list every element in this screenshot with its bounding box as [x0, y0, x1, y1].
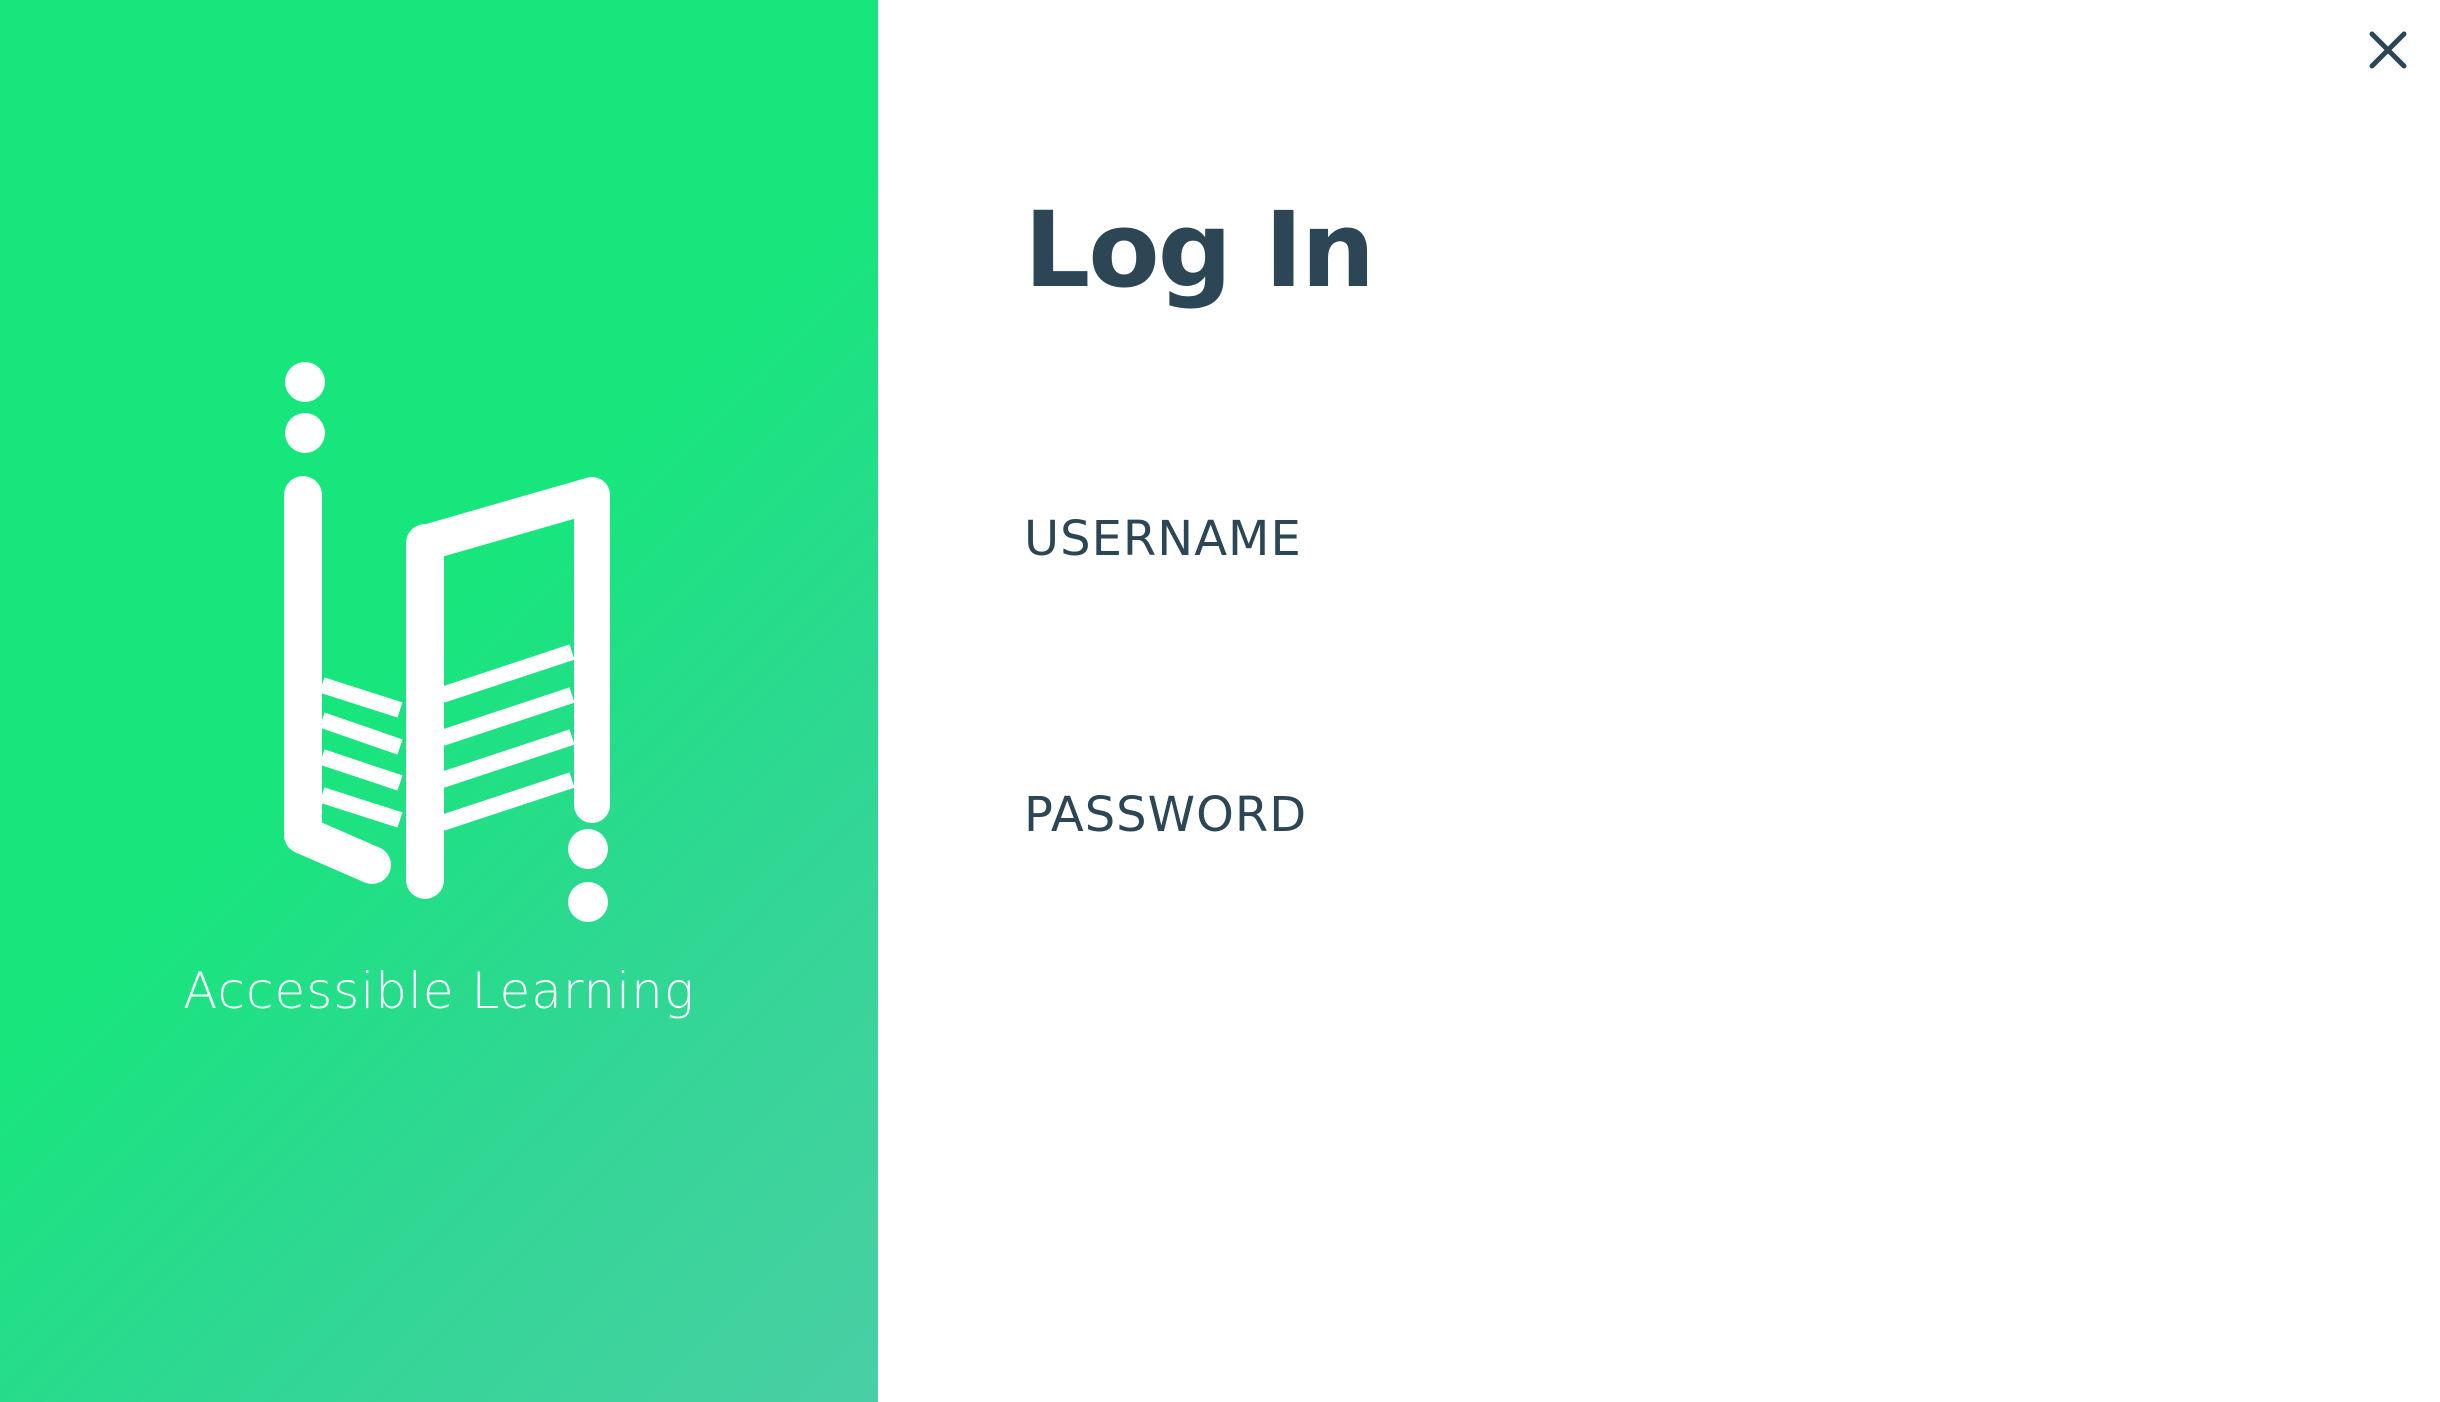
username-label: USERNAME	[1024, 511, 1302, 567]
brand-panel: Accessible Learning	[0, 0, 878, 1402]
page-title: Log In	[1024, 189, 1375, 311]
login-form-panel: Log In USERNAME PASSWORD	[878, 0, 2440, 1402]
username-input[interactable]	[1024, 592, 2204, 662]
close-icon[interactable]	[2358, 20, 2418, 80]
accessible-learning-logo-icon	[284, 362, 610, 922]
password-input[interactable]	[1024, 868, 2204, 938]
login-window: Accessible Learning Log In USERNAME PASS…	[0, 0, 2440, 1402]
password-label: PASSWORD	[1024, 787, 1308, 843]
brand-name: Accessible Learning	[183, 962, 695, 1020]
